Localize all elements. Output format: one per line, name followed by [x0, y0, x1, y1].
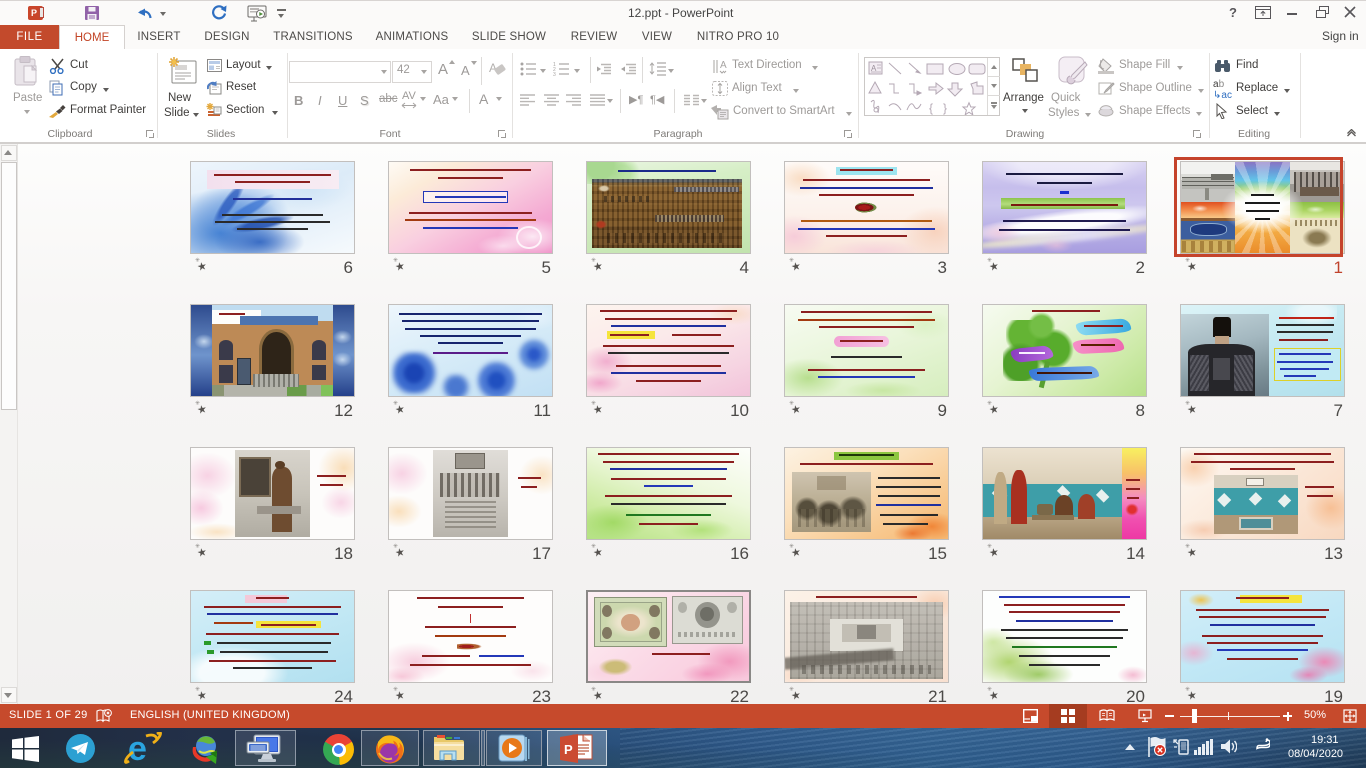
svg-text:P: P — [564, 742, 573, 757]
svg-text:}: } — [943, 101, 947, 115]
svg-text:3: 3 — [553, 72, 556, 76]
svg-text:A: A — [720, 60, 727, 71]
svg-text:{: { — [929, 101, 933, 115]
svg-text:A: A — [489, 61, 497, 75]
